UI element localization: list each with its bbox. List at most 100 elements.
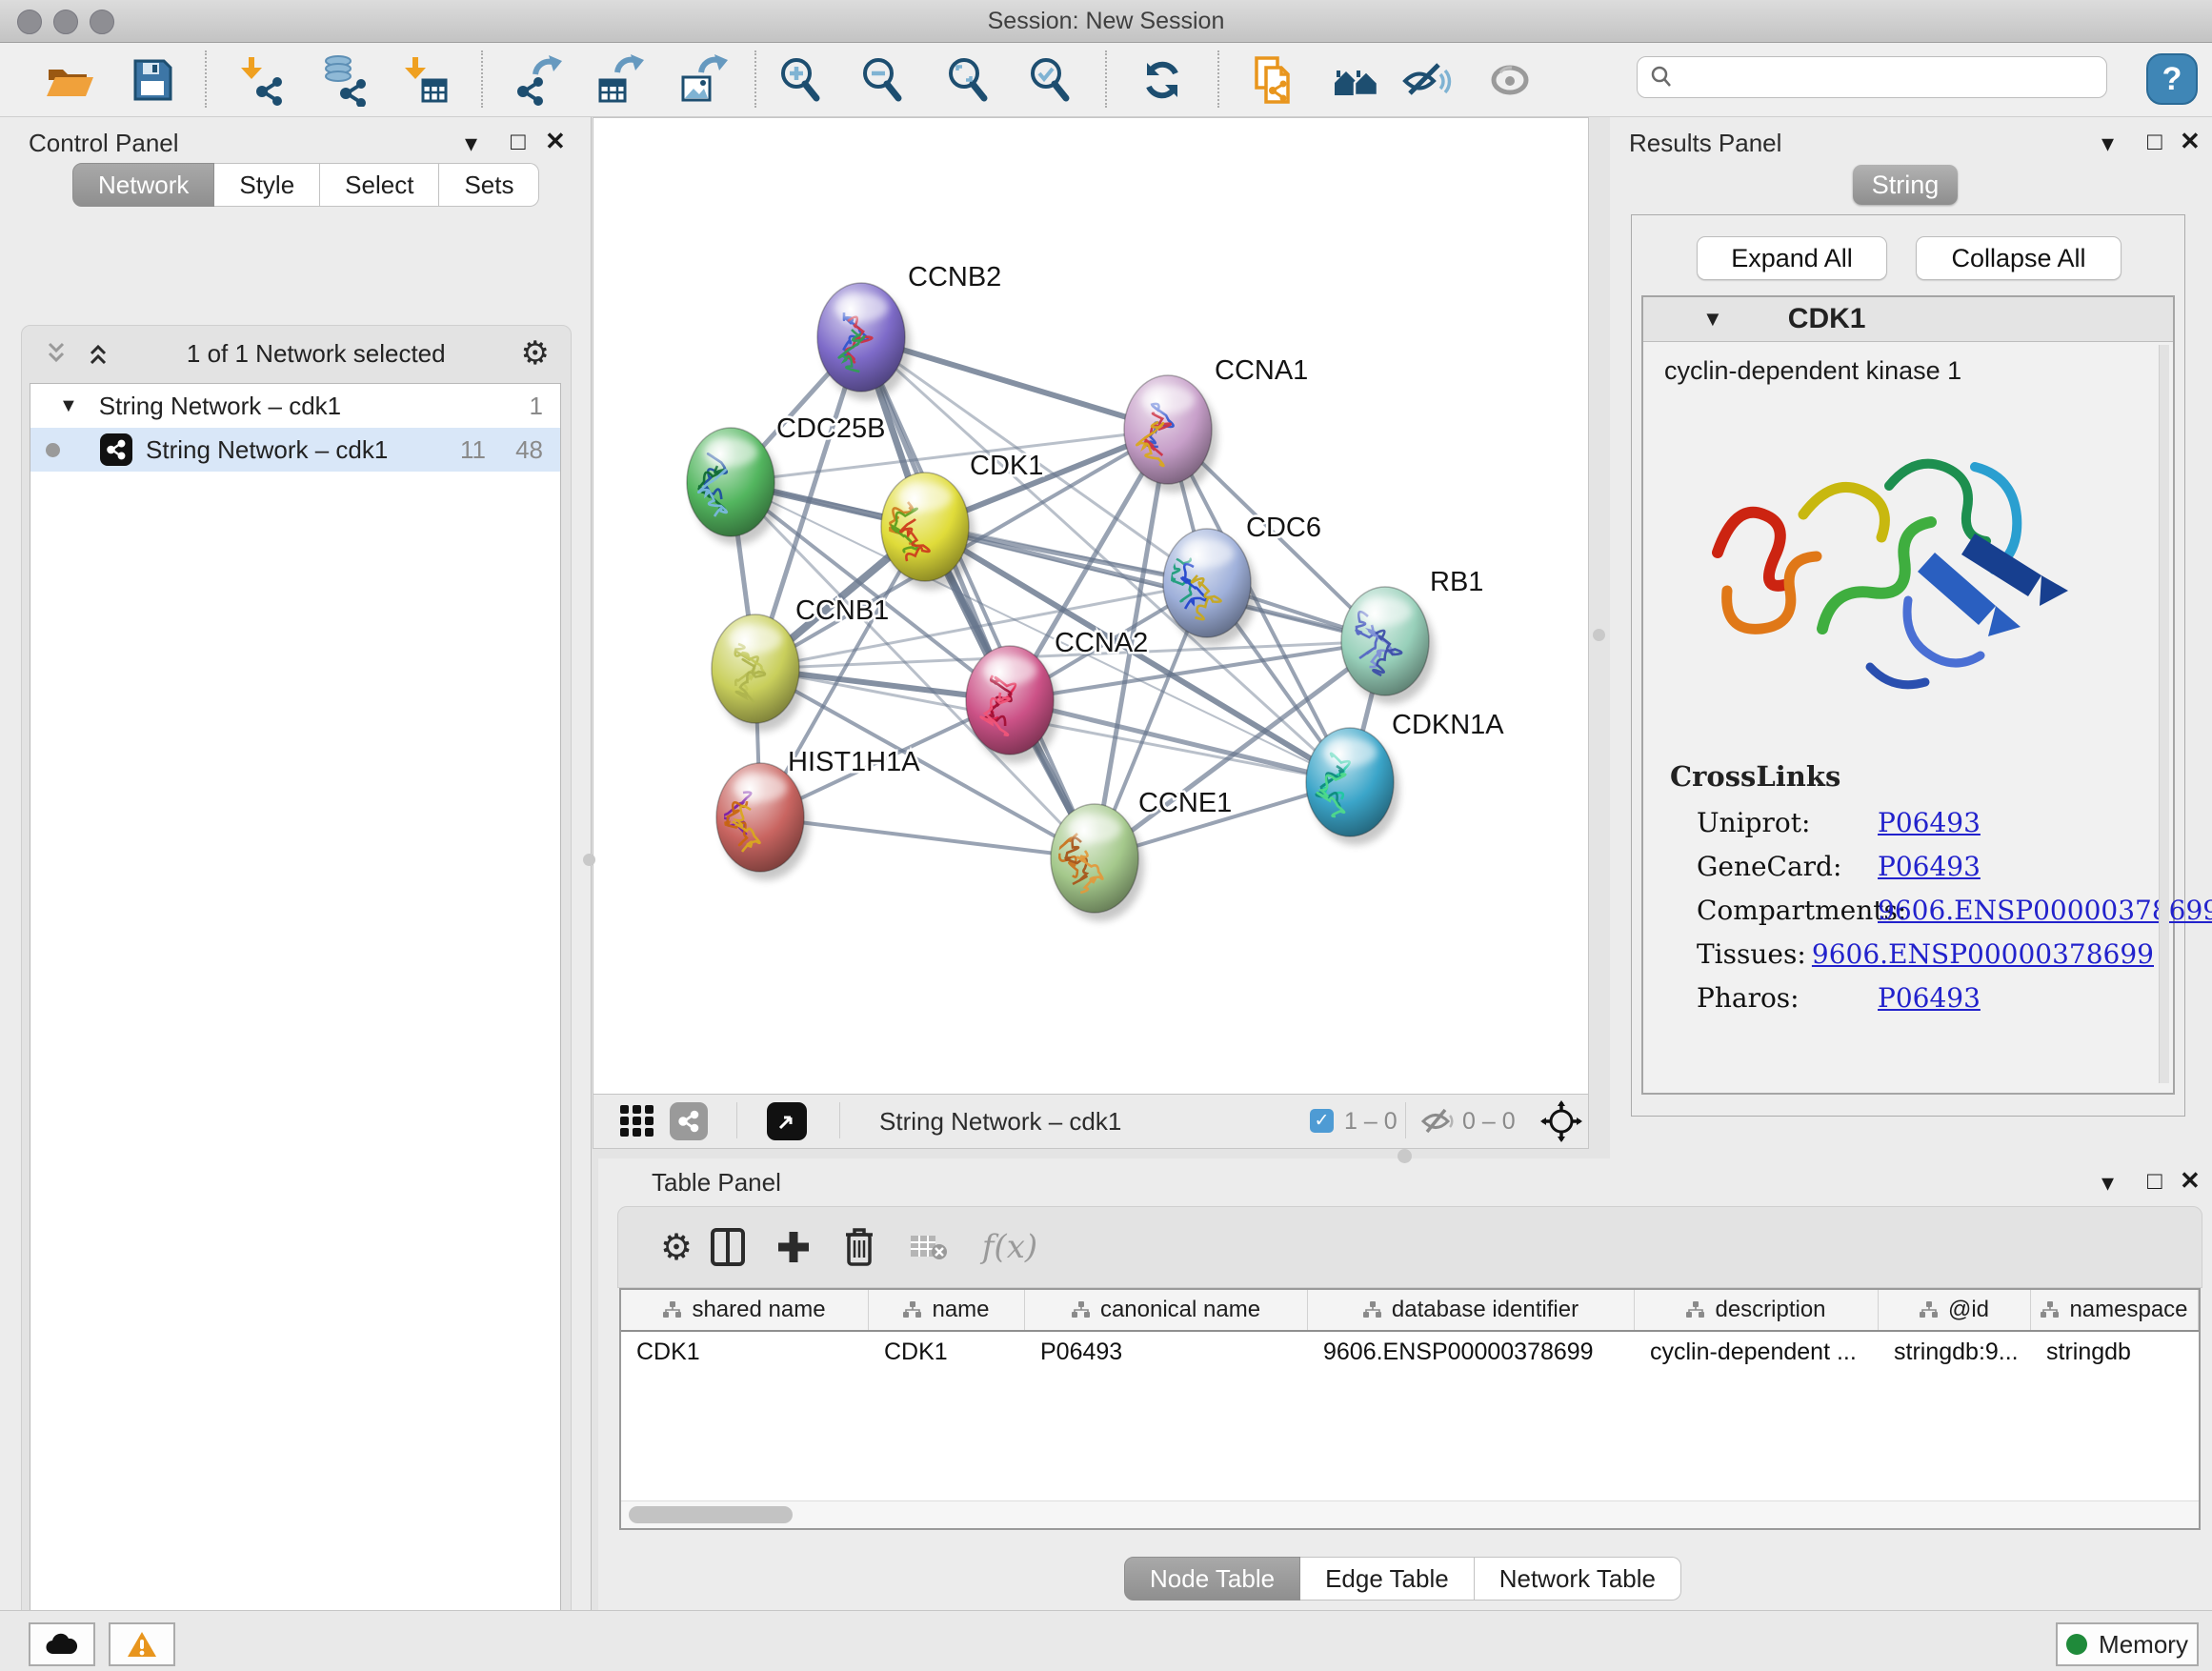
create-column-plus-icon[interactable]	[776, 1230, 843, 1264]
import-network-file-button[interactable]	[233, 52, 289, 108]
zoom-selected-button[interactable]	[1022, 52, 1077, 108]
table-tab-node-table[interactable]: Node Table	[1124, 1557, 1300, 1601]
search-field[interactable]	[1637, 56, 2107, 98]
network-node-CDC6[interactable]	[1163, 529, 1257, 646]
panel-maximize-button[interactable]: □	[2147, 129, 2162, 153]
hide-unhide-button[interactable]	[1398, 52, 1454, 108]
scrollbar-thumb[interactable]	[629, 1506, 793, 1523]
protein-section-header[interactable]: ▼ CDK1	[1643, 297, 2173, 342]
left-splitter-handle[interactable]	[583, 854, 595, 866]
zoom-fit-button[interactable]	[940, 52, 995, 108]
table-cell[interactable]: cyclin-dependent ...	[1635, 1332, 1879, 1372]
tab-network[interactable]: Network	[72, 163, 214, 207]
collapse-all-button[interactable]: Collapse All	[1916, 236, 2122, 280]
results-tab-string[interactable]: String	[1853, 165, 1958, 205]
open-session-button[interactable]	[41, 52, 96, 108]
network-node-CCNA1[interactable]	[1124, 375, 1217, 493]
pan-crosshair-icon[interactable]	[1540, 1100, 1582, 1142]
results-scrollbar[interactable]	[2159, 345, 2169, 1083]
network-node-CCNB1[interactable]	[712, 614, 805, 732]
network-edge-CCNB2-CCNE1[interactable]	[861, 337, 1095, 858]
network-node-CDK1[interactable]	[881, 473, 975, 590]
table-options-gear-icon[interactable]: ⚙	[643, 1226, 710, 1269]
panel-close-button[interactable]: ✕	[545, 129, 566, 153]
panel-float-button[interactable]: ▾	[2101, 131, 2114, 155]
cloud-status-button[interactable]	[29, 1622, 95, 1666]
table-row[interactable]: CDK1CDK1P064939606.ENSP00000378699cyclin…	[621, 1332, 2199, 1372]
table-cell[interactable]: stringdb:9...	[1879, 1332, 2031, 1372]
collapse-all-networks-icon[interactable]	[43, 340, 70, 367]
memory-button[interactable]: Memory	[2056, 1622, 2199, 1666]
network-row-selected[interactable]: String Network – cdk1 11 48	[30, 428, 560, 472]
network-birdseye-icon[interactable]	[670, 1102, 708, 1140]
column-header-name[interactable]: name	[869, 1290, 1025, 1330]
hidden-eye-slash-icon[interactable]	[1420, 1107, 1455, 1136]
detach-view-icon[interactable]	[767, 1102, 807, 1140]
table-tab-network-table[interactable]: Network Table	[1475, 1557, 1681, 1601]
column-header-namespace[interactable]: namespace	[2031, 1290, 2199, 1330]
help-button[interactable]: ?	[2146, 53, 2198, 105]
network-view[interactable]: CCNB2CCNA1CDC25BCDK1CDC6RB1CCNB1CCNA2CDK…	[593, 117, 1589, 1149]
network-collection-row[interactable]: ▼ String Network – cdk1 1	[30, 384, 560, 428]
table-cell[interactable]: CDK1	[869, 1332, 1025, 1372]
table-horizontal-scrollbar[interactable]	[621, 1500, 2199, 1528]
zoom-out-button[interactable]	[855, 52, 910, 108]
table-tab-edge-table[interactable]: Edge Table	[1300, 1557, 1475, 1601]
delete-table-icon[interactable]	[910, 1233, 976, 1261]
network-node-CDKN1A[interactable]	[1306, 728, 1399, 845]
column-header-description[interactable]: description	[1635, 1290, 1879, 1330]
column-header-shared-name[interactable]: shared name	[621, 1290, 869, 1330]
save-session-button[interactable]	[125, 52, 180, 108]
delete-column-trash-icon[interactable]	[843, 1227, 910, 1267]
network-edge-HIST1H1A-CCNE1[interactable]	[760, 817, 1095, 858]
crosslink-link[interactable]: P06493	[1878, 807, 1981, 838]
refresh-view-button[interactable]	[1135, 52, 1190, 108]
column-header-canonical-name[interactable]: canonical name	[1025, 1290, 1308, 1330]
export-network-button[interactable]	[510, 52, 565, 108]
expand-all-networks-icon[interactable]	[85, 340, 111, 367]
panel-float-button[interactable]: ▾	[465, 131, 477, 155]
section-collapse-arrow-icon[interactable]: ▼	[1702, 307, 1723, 332]
table-cell[interactable]: stringdb	[2031, 1332, 2199, 1372]
import-table-file-button[interactable]	[397, 52, 452, 108]
panel-float-button[interactable]: ▾	[2101, 1170, 2114, 1195]
selected-checkbox-icon[interactable]: ✓	[1310, 1109, 1334, 1133]
search-input[interactable]	[1674, 63, 2095, 91]
crosslink-link[interactable]: P06493	[1878, 982, 1981, 1014]
function-builder-icon[interactable]: f(x)	[976, 1228, 1043, 1266]
panel-maximize-button[interactable]: □	[511, 129, 526, 153]
tab-select[interactable]: Select	[320, 163, 439, 207]
show-columns-icon[interactable]	[710, 1227, 776, 1267]
string-query-button[interactable]	[1329, 52, 1384, 108]
column-header-database-identifier[interactable]: database identifier	[1308, 1290, 1635, 1330]
column-header--id[interactable]: @id	[1879, 1290, 2031, 1330]
tab-sets[interactable]: Sets	[439, 163, 539, 207]
graphics-details-button[interactable]	[1482, 52, 1538, 108]
network-node-HIST1H1A[interactable]	[716, 763, 810, 880]
panel-close-button[interactable]: ✕	[2180, 129, 2201, 153]
network-canvas[interactable]: CCNB2CCNA1CDC25BCDK1CDC6RB1CCNB1CCNA2CDK…	[593, 118, 1588, 1095]
export-table-button[interactable]	[592, 52, 647, 108]
clone-network-button[interactable]	[1245, 52, 1300, 108]
expand-all-button[interactable]: Expand All	[1697, 236, 1887, 280]
bottom-splitter-handle[interactable]	[1398, 1149, 1412, 1163]
network-grid-view-icon[interactable]	[620, 1105, 654, 1137]
import-network-database-button[interactable]	[317, 52, 372, 108]
network-node-RB1[interactable]	[1341, 587, 1435, 704]
tab-style[interactable]: Style	[214, 163, 320, 207]
panel-close-button[interactable]: ✕	[2180, 1168, 2201, 1193]
warning-status-button[interactable]	[109, 1622, 175, 1666]
crosslink-link[interactable]: 9606.ENSP00000378699	[1812, 938, 2154, 970]
table-cell[interactable]: 9606.ENSP00000378699	[1308, 1332, 1635, 1372]
zoom-in-button[interactable]	[773, 52, 828, 108]
panel-maximize-button[interactable]: □	[2147, 1168, 2162, 1193]
network-node-CCNB2[interactable]	[817, 283, 911, 400]
crosslink-link[interactable]: P06493	[1878, 851, 1981, 882]
export-image-button[interactable]	[674, 52, 729, 108]
network-options-gear-icon[interactable]: ⚙	[521, 334, 550, 372]
collection-expand-arrow-icon[interactable]: ▼	[59, 395, 78, 417]
right-splitter-handle[interactable]	[1593, 629, 1605, 641]
table-cell[interactable]: CDK1	[621, 1332, 869, 1372]
network-node-CCNE1[interactable]	[1051, 804, 1144, 921]
table-cell[interactable]: P06493	[1025, 1332, 1308, 1372]
